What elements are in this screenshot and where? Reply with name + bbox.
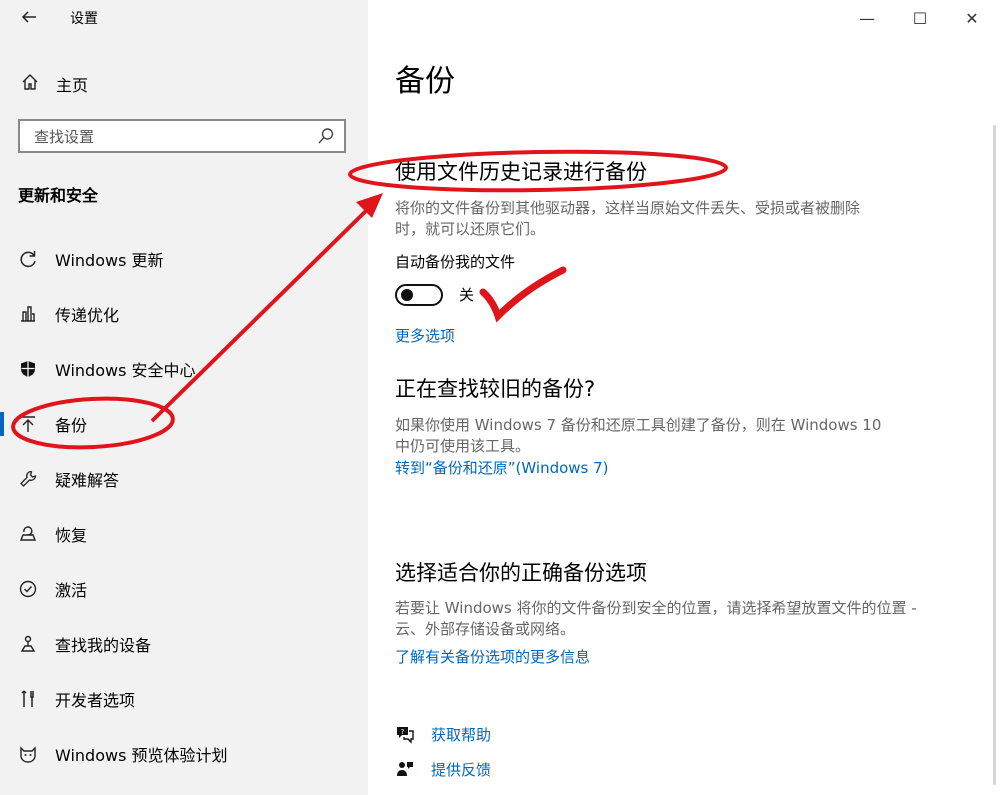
selected-indicator — [0, 412, 4, 436]
sidebar-item-label: 疑难解答 — [55, 471, 120, 490]
window-title: 设置 — [70, 11, 98, 27]
sidebar-item-home[interactable]: 主页 — [18, 70, 88, 98]
minimize-icon[interactable]: — — [852, 8, 882, 30]
more-options-link[interactable]: 更多选项 — [395, 326, 455, 346]
choose-backup-desc-line2: 云、外部存储设备或网络。 — [395, 620, 576, 638]
sidebar-item-delivery-optimization[interactable]: 传递优化 — [0, 294, 368, 334]
sidebar-item-activation[interactable]: 激活 — [0, 569, 368, 609]
sidebar-item-label: 查找我的设备 — [55, 636, 152, 655]
older-backup-desc-line2: 中仍可使用该工具。 — [395, 437, 531, 455]
back-arrow-icon[interactable] — [18, 8, 40, 30]
search-input[interactable] — [32, 125, 306, 149]
backup-arrow-icon — [16, 412, 40, 436]
sidebar-item-label: 备份 — [55, 416, 88, 435]
learn-more-link[interactable]: 了解有关备份选项的更多信息 — [395, 647, 590, 667]
search-icon[interactable] — [316, 126, 336, 146]
delivery-optimization-icon — [16, 302, 40, 326]
sidebar-item-label: 开发者选项 — [55, 691, 136, 710]
sidebar-item-label: 激活 — [55, 581, 88, 600]
sidebar-item-windows-update[interactable]: Windows 更新 — [0, 239, 368, 279]
refresh-icon — [16, 247, 40, 271]
file-history-desc-line1: 将你的文件备份到其他驱动器，这样当原始文件丢失、受损或者被删除 — [395, 199, 861, 217]
backup-restore-link[interactable]: 转到“备份和还原”(Windows 7) — [395, 458, 609, 478]
choose-backup-desc-line1: 若要让 Windows 将你的文件备份到安全的位置，请选择希望放置文件的位置 - — [395, 599, 917, 617]
shield-icon — [16, 357, 40, 381]
toggle-state-text: 关 — [459, 286, 475, 304]
sidebar-item-recovery[interactable]: 恢复 — [0, 514, 368, 554]
toggle-knob — [401, 289, 413, 301]
sidebar-item-windows-insider[interactable]: Windows 预览体验计划 — [0, 734, 368, 774]
maximize-icon[interactable]: ☐ — [905, 8, 935, 30]
find-device-icon — [16, 632, 40, 656]
sidebar-item-label: 恢复 — [55, 526, 88, 545]
sidebar: 设置 主页 更新和安全 Windows 更新 传递优化 Windows 安全中心 — [0, 0, 368, 795]
insider-cat-icon — [16, 742, 40, 766]
older-backup-heading: 正在查找较旧的备份? — [395, 377, 596, 401]
search-box[interactable] — [18, 119, 346, 153]
sidebar-item-label: Windows 更新 — [55, 251, 164, 270]
get-help-row[interactable]: ? 获取帮助 — [395, 722, 491, 746]
feedback-icon — [395, 759, 415, 779]
sidebar-item-troubleshoot[interactable]: 疑难解答 — [0, 459, 368, 499]
recovery-icon — [16, 522, 40, 546]
file-history-desc-line2: 时，就可以还原它们。 — [395, 220, 546, 238]
feedback-row[interactable]: 提供反馈 — [395, 757, 491, 781]
wrench-icon — [16, 467, 40, 491]
page-title: 备份 — [395, 64, 455, 99]
developer-tools-icon — [16, 687, 40, 711]
svg-text:?: ? — [401, 728, 405, 736]
auto-backup-toggle[interactable] — [395, 284, 443, 306]
close-icon[interactable]: ✕ — [957, 8, 987, 30]
sidebar-item-developer-options[interactable]: 开发者选项 — [0, 679, 368, 719]
check-circle-icon — [16, 577, 40, 601]
sidebar-item-label: 主页 — [56, 76, 89, 95]
home-icon — [18, 73, 42, 96]
sidebar-item-find-my-device[interactable]: 查找我的设备 — [0, 624, 368, 664]
auto-backup-label: 自动备份我的文件 — [395, 253, 516, 271]
older-backup-desc-line1: 如果你使用 Windows 7 备份和还原工具创建了备份，则在 Windows … — [395, 416, 882, 434]
section-title: 更新和安全 — [18, 186, 99, 205]
sidebar-item-backup[interactable]: 备份 — [0, 404, 368, 444]
file-history-heading: 使用文件历史记录进行备份 — [395, 160, 647, 184]
feedback-link[interactable]: 提供反馈 — [431, 759, 491, 780]
scrollbar[interactable] — [993, 125, 996, 785]
sidebar-item-windows-security[interactable]: Windows 安全中心 — [0, 349, 368, 389]
sidebar-item-label: 传递优化 — [55, 306, 120, 325]
help-chat-icon: ? — [395, 724, 415, 744]
sidebar-item-label: Windows 安全中心 — [55, 361, 196, 380]
get-help-link[interactable]: 获取帮助 — [431, 724, 491, 745]
sidebar-item-label: Windows 预览体验计划 — [55, 746, 228, 765]
choose-backup-heading: 选择适合你的正确备份选项 — [395, 561, 647, 585]
